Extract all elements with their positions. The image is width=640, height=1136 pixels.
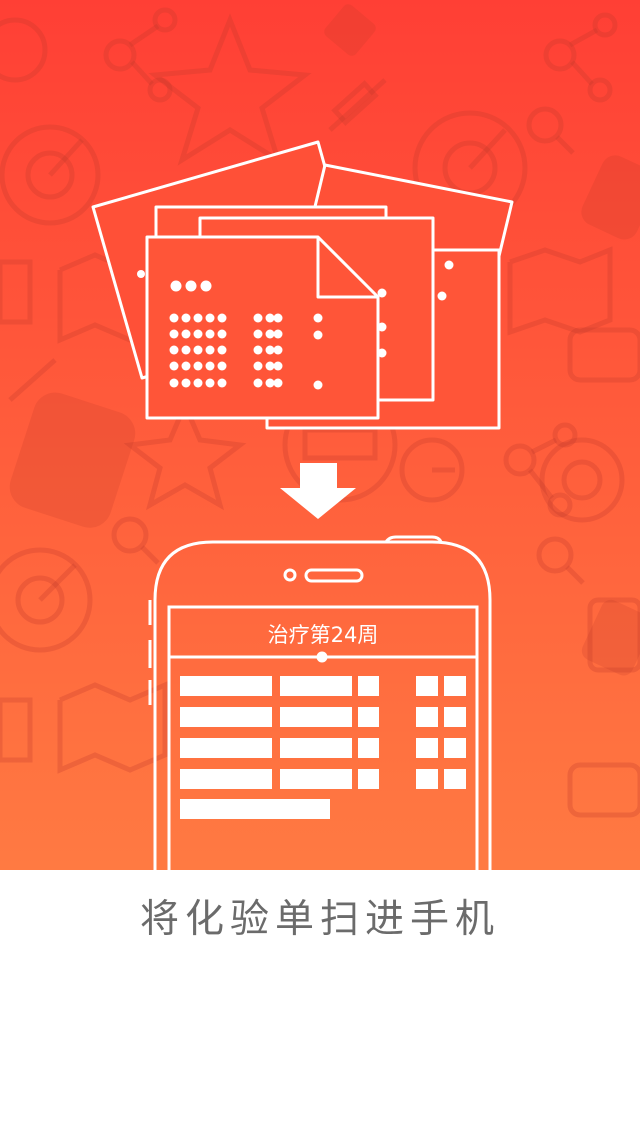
hero-illustration: 治疗第24周 [0, 0, 640, 870]
screen-indicator-dot [316, 651, 328, 663]
onboarding-caption: 将化验单扫进手机 [139, 897, 500, 942]
phone-screen-title: 治疗第24周 [267, 623, 379, 647]
hero-graphic [0, 0, 640, 870]
report-sheet-front [145, 235, 380, 420]
